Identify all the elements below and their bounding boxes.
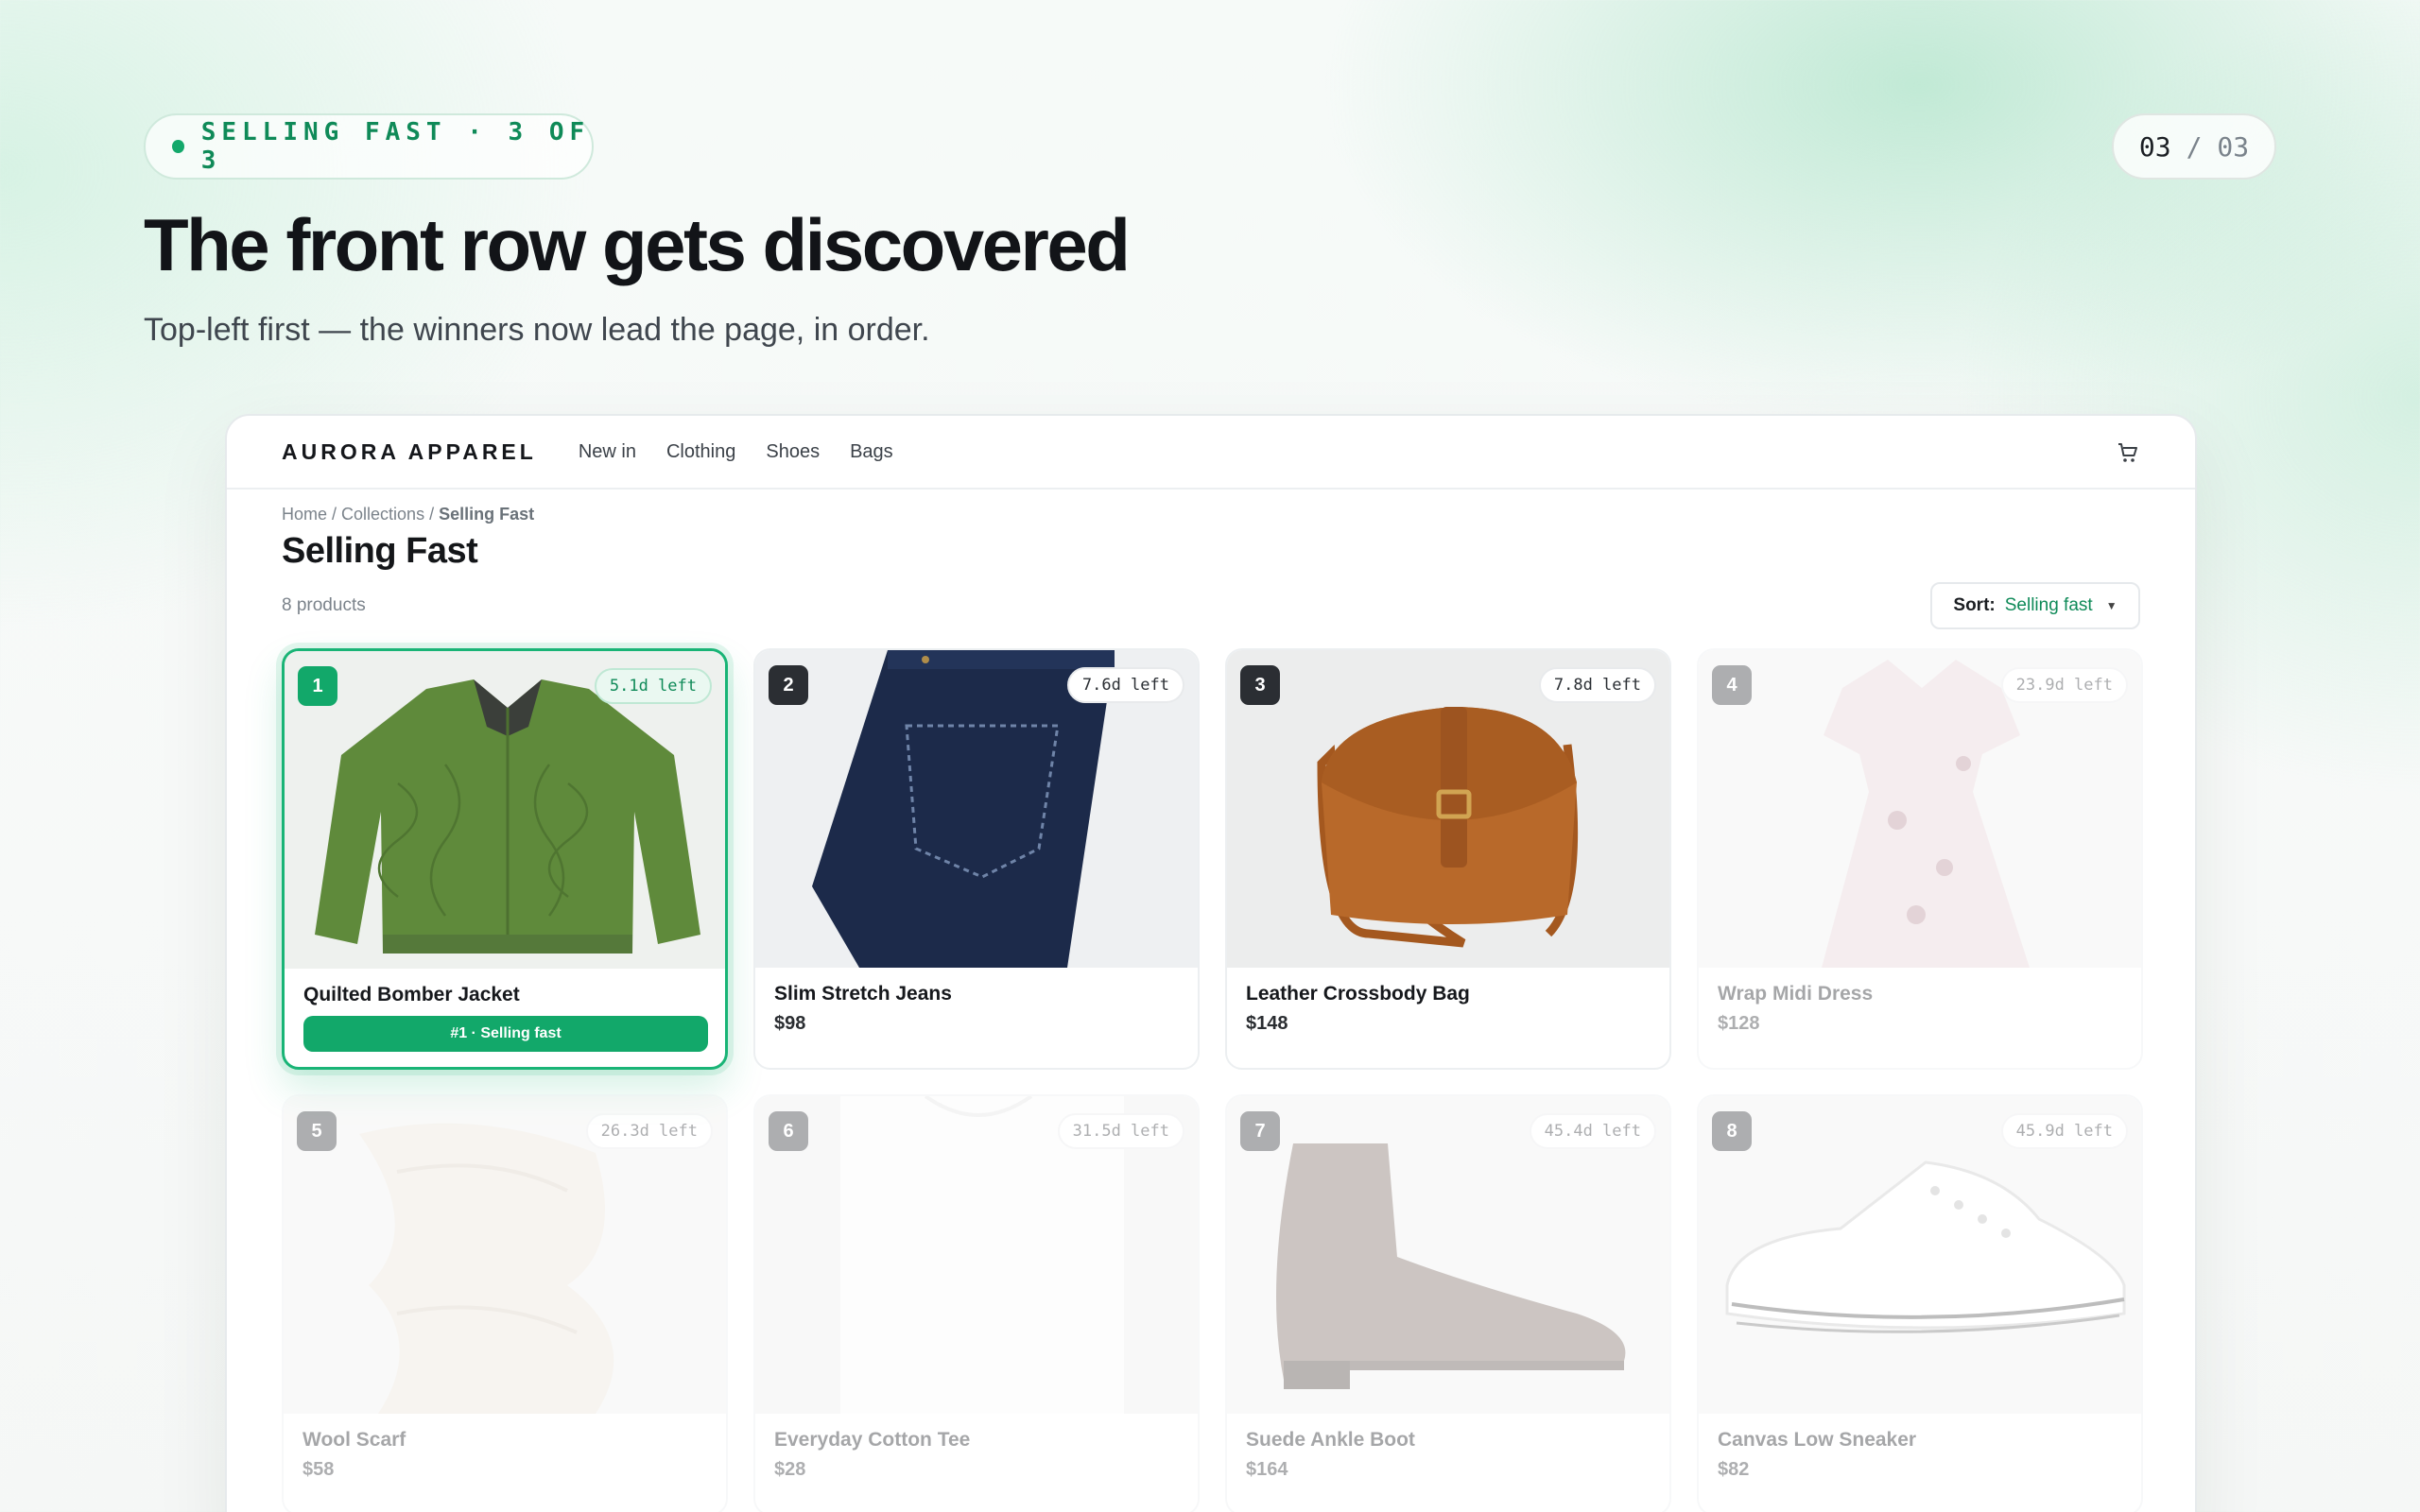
product-price: $98 [774, 1013, 806, 1034]
pager-current: 03 [2138, 130, 2171, 163]
product-card[interactable]: 4 23.9d left Wrap Midi Dress $128 [1697, 648, 2143, 1070]
product-price: $148 [1246, 1013, 1288, 1034]
breadcrumb-separator: / [327, 505, 342, 524]
status-dot-icon [172, 140, 184, 153]
breadcrumb-home[interactable]: Home [282, 505, 327, 524]
breadcrumb-collections[interactable]: Collections [341, 505, 424, 524]
product-price: $164 [1246, 1459, 1288, 1480]
product-price: $58 [302, 1459, 335, 1480]
product-card[interactable]: 5 26.3d left Wool Scarf $58 [282, 1094, 728, 1512]
caret-down-icon: ▼ [2105, 599, 2118, 612]
nav-link-bags[interactable]: Bags [850, 441, 893, 463]
rank-badge: 6 [769, 1111, 808, 1151]
product-name[interactable]: Slim Stretch Jeans [774, 983, 952, 1005]
sort-label: Sort: [1953, 595, 1996, 615]
breadcrumb-current: Selling Fast [439, 505, 535, 524]
product-name[interactable]: Leather Crossbody Bag [1246, 983, 1470, 1005]
pager-separator: / [2186, 130, 2203, 163]
time-left-badge: 45.4d left [1529, 1113, 1656, 1149]
breadcrumb: Home / Collections / Selling Fast [282, 505, 534, 524]
store-brand[interactable]: AURORA APPAREL [282, 439, 537, 465]
rank-badge: 1 [298, 666, 337, 706]
nav-link-clothing[interactable]: Clothing [666, 441, 735, 463]
page-title: Selling Fast [282, 531, 478, 571]
product-price: $28 [774, 1459, 806, 1480]
nav-link-shoes[interactable]: Shoes [766, 441, 820, 463]
product-card[interactable]: 1 5.1d left Quilted Bomber Jacket #1 · S… [282, 648, 728, 1070]
status-badge-text: SELLING FAST · 3 OF 3 [200, 118, 591, 175]
pager-total: 03 [2217, 130, 2250, 163]
time-left-badge: 31.5d left [1057, 1113, 1184, 1149]
rank-badge: 8 [1712, 1111, 1752, 1151]
rank-badge: 2 [769, 665, 808, 705]
time-left-badge: 7.6d left [1066, 667, 1184, 703]
rank-badge: 7 [1240, 1111, 1280, 1151]
time-left-badge: 45.9d left [2000, 1113, 2128, 1149]
product-card[interactable]: 3 7.8d left Leather Crossbody Bag $148 [1225, 648, 1671, 1070]
product-name[interactable]: Suede Ankle Boot [1246, 1429, 1415, 1452]
breadcrumb-separator: / [424, 505, 440, 524]
cart-icon[interactable] [2116, 440, 2140, 465]
product-card[interactable]: 7 45.4d left Suede Ankle Boot $164 [1225, 1094, 1671, 1512]
sort-dropdown[interactable]: Sort: Selling fast ▼ [1930, 582, 2140, 629]
product-price: $82 [1718, 1459, 1750, 1480]
store-window: AURORA APPAREL New in Clothing Shoes Bag… [225, 414, 2197, 1512]
product-name[interactable]: Wrap Midi Dress [1718, 983, 1873, 1005]
rank-badge: 5 [297, 1111, 337, 1151]
product-card[interactable]: 2 7.6d left Slim Stretch Jeans $98 [753, 648, 1200, 1070]
product-card[interactable]: 6 31.5d left Everyday Cotton Tee $28 [753, 1094, 1200, 1512]
product-card[interactable]: 8 45.9d left Canvas Low Sneaker $82 [1697, 1094, 2143, 1512]
rank-badge: 4 [1712, 665, 1752, 705]
slide-headline: The front row gets discovered [144, 203, 1131, 286]
product-name[interactable]: Everyday Cotton Tee [774, 1429, 970, 1452]
product-name[interactable]: Canvas Low Sneaker [1718, 1429, 1916, 1452]
time-left-badge: 7.8d left [1538, 667, 1656, 703]
slide-pager: 03 / 03 [2112, 113, 2276, 180]
rank-badge: 3 [1240, 665, 1280, 705]
product-name[interactable]: Wool Scarf [302, 1429, 406, 1452]
selling-fast-badge: #1 · Selling fast [303, 1016, 708, 1052]
store-nav: AURORA APPAREL New in Clothing Shoes Bag… [227, 416, 2195, 490]
product-count: 8 products [282, 595, 366, 615]
slide-subhead: Top-left first — the winners now lead th… [144, 312, 930, 348]
nav-link-new-in[interactable]: New in [579, 441, 636, 463]
time-left-badge: 26.3d left [585, 1113, 713, 1149]
status-badge: SELLING FAST · 3 OF 3 [144, 113, 594, 180]
sort-value: Selling fast [2004, 595, 2093, 615]
product-name[interactable]: Quilted Bomber Jacket [303, 984, 520, 1006]
product-price: $128 [1718, 1013, 1760, 1034]
time-left-badge: 5.1d left [594, 668, 712, 704]
time-left-badge: 23.9d left [2000, 667, 2128, 703]
